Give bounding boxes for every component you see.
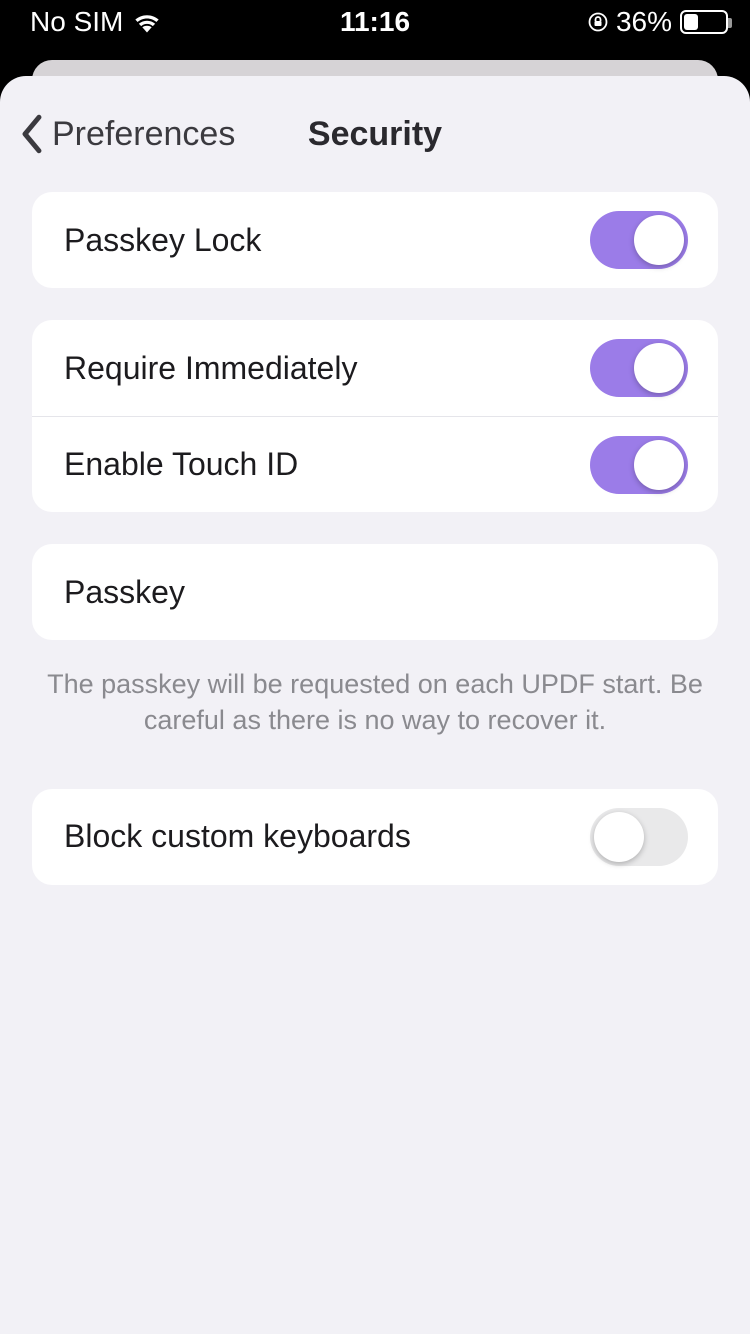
- passkey-label: Passkey: [64, 574, 185, 611]
- status-bar: No SIM 11:16 36%: [0, 0, 750, 44]
- nav-bar: Preferences Security: [0, 76, 750, 192]
- sim-status: No SIM: [30, 6, 123, 38]
- enable-touch-id-toggle[interactable]: [590, 436, 688, 494]
- back-label: Preferences: [52, 115, 235, 154]
- settings-sheet: Preferences Security Passkey Lock Requir…: [0, 76, 750, 1334]
- settings-content: Passkey Lock Require Immediately Enable …: [0, 192, 750, 885]
- group-passkey: Passkey: [32, 544, 718, 640]
- wifi-icon: [133, 11, 161, 33]
- require-immediately-label: Require Immediately: [64, 350, 357, 387]
- row-require-immediately: Require Immediately: [32, 320, 718, 416]
- group-keyboard: Block custom keyboards: [32, 789, 718, 885]
- row-block-custom-keyboards: Block custom keyboards: [32, 789, 718, 885]
- back-button[interactable]: Preferences: [0, 113, 235, 155]
- chevron-left-icon: [18, 113, 46, 155]
- orientation-lock-icon: [588, 12, 608, 32]
- row-passkey[interactable]: Passkey: [32, 544, 718, 640]
- group-lock-options: Require Immediately Enable Touch ID: [32, 320, 718, 512]
- passkey-lock-label: Passkey Lock: [64, 222, 261, 259]
- battery-percent: 36%: [616, 6, 672, 38]
- group-passkey-lock: Passkey Lock: [32, 192, 718, 288]
- passkey-footer-text: The passkey will be requested on each UP…: [32, 666, 718, 739]
- status-left: No SIM: [30, 6, 161, 38]
- row-enable-touch-id: Enable Touch ID: [32, 416, 718, 512]
- page-title: Security: [308, 115, 442, 154]
- require-immediately-toggle[interactable]: [590, 339, 688, 397]
- block-custom-keyboards-label: Block custom keyboards: [64, 818, 411, 855]
- row-passkey-lock: Passkey Lock: [32, 192, 718, 288]
- enable-touch-id-label: Enable Touch ID: [64, 446, 298, 483]
- block-custom-keyboards-toggle[interactable]: [590, 808, 688, 866]
- passkey-lock-toggle[interactable]: [590, 211, 688, 269]
- battery-icon: [680, 10, 728, 34]
- status-right: 36%: [588, 6, 728, 38]
- status-time: 11:16: [340, 6, 410, 38]
